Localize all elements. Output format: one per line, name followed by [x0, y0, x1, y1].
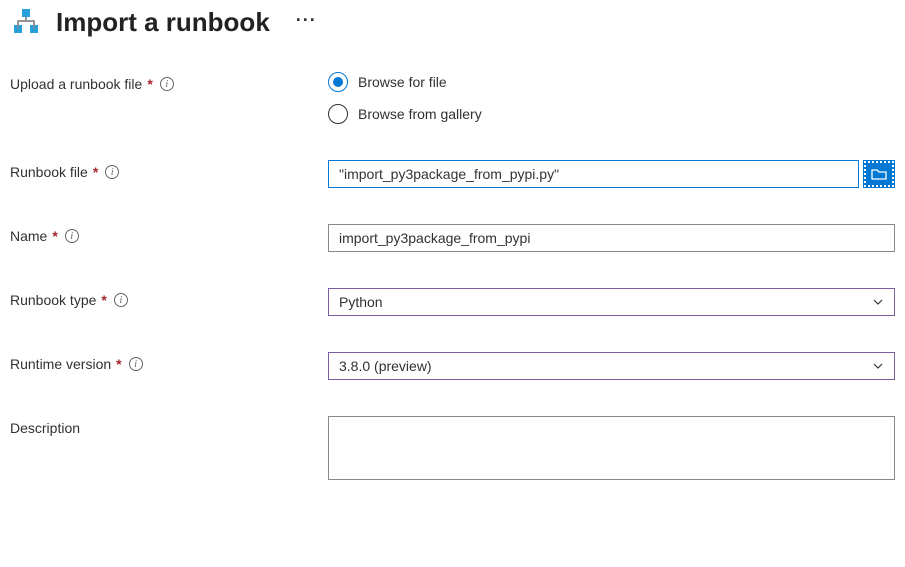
field-row-type: Runbook type * i Python: [10, 288, 895, 316]
info-icon[interactable]: i: [114, 293, 128, 307]
runbook-type-value: Python: [339, 294, 383, 310]
runbook-file-label-text: Runbook file: [10, 164, 88, 180]
required-marker: *: [116, 356, 121, 372]
runbook-file-label: Runbook file * i: [10, 160, 328, 180]
browse-file-button[interactable]: [863, 160, 895, 188]
radio-indicator-unselected: [328, 104, 348, 124]
runbook-file-input[interactable]: [328, 160, 859, 188]
radio-browse-file[interactable]: Browse for file: [328, 72, 482, 92]
page-title: Import a runbook: [56, 7, 270, 38]
radio-browse-gallery[interactable]: Browse from gallery: [328, 104, 482, 124]
description-textarea[interactable]: [328, 416, 895, 480]
type-label: Runbook type * i: [10, 288, 328, 308]
name-label-text: Name: [10, 228, 47, 244]
field-row-name: Name * i: [10, 224, 895, 252]
radio-browse-file-label: Browse for file: [358, 74, 447, 90]
field-row-description: Description: [10, 416, 895, 480]
field-row-upload: Upload a runbook file * i Browse for fil…: [10, 72, 895, 124]
folder-icon: [871, 167, 887, 181]
info-icon[interactable]: i: [160, 77, 174, 91]
chevron-down-icon: [872, 296, 884, 308]
runbook-hierarchy-icon: [10, 6, 42, 38]
chevron-down-icon: [872, 360, 884, 372]
upload-source-radio-group: Browse for file Browse from gallery: [328, 72, 482, 124]
required-marker: *: [93, 164, 98, 180]
required-marker: *: [101, 292, 106, 308]
info-icon[interactable]: i: [129, 357, 143, 371]
description-label-text: Description: [10, 420, 80, 436]
upload-label: Upload a runbook file * i: [10, 72, 328, 92]
info-icon[interactable]: i: [105, 165, 119, 179]
runtime-version-value: 3.8.0 (preview): [339, 358, 432, 374]
runtime-label-text: Runtime version: [10, 356, 111, 372]
description-label: Description: [10, 416, 328, 436]
radio-browse-gallery-label: Browse from gallery: [358, 106, 482, 122]
field-row-runtime: Runtime version * i 3.8.0 (preview): [10, 352, 895, 380]
name-input[interactable]: [328, 224, 895, 252]
page-header: Import a runbook ···: [10, 6, 895, 38]
more-actions-button[interactable]: ···: [296, 10, 317, 35]
runbook-type-select[interactable]: Python: [328, 288, 895, 316]
runtime-label: Runtime version * i: [10, 352, 328, 372]
required-marker: *: [147, 76, 152, 92]
radio-indicator-selected: [328, 72, 348, 92]
info-icon[interactable]: i: [65, 229, 79, 243]
field-row-runbook-file: Runbook file * i: [10, 160, 895, 188]
required-marker: *: [52, 228, 57, 244]
runtime-version-select[interactable]: 3.8.0 (preview): [328, 352, 895, 380]
upload-label-text: Upload a runbook file: [10, 76, 142, 92]
name-label: Name * i: [10, 224, 328, 244]
type-label-text: Runbook type: [10, 292, 96, 308]
